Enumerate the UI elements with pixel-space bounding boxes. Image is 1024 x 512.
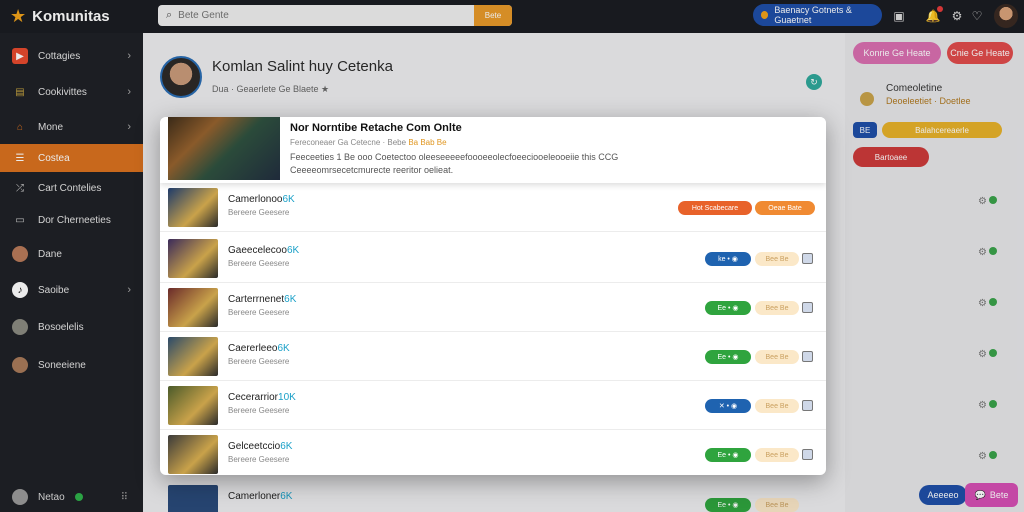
row-sub: Bereere Geesere [228,308,290,317]
row-status-button[interactable]: ✕ • ◉ [705,399,751,413]
list-item[interactable]: Carterrnenet6K Bereere Geesere Ee • ◉ Be… [160,283,826,332]
image-icon[interactable] [802,400,813,411]
image-icon[interactable] [802,253,813,264]
row-status-button[interactable]: Ee • ◉ [705,301,751,315]
list-item[interactable]: Gaeecelecoo6K Bereere Geesere ke • ◉ Bee… [160,234,826,283]
row-sub: Bereere Geesere [228,357,290,366]
list-item[interactable]: Gelceetccio6K Bereere Geesere Ee • ◉ Bee… [160,430,826,475]
row-secondary-button[interactable]: Bee Be [755,252,799,266]
row-primary-button[interactable]: Hot Scabecare [678,201,752,215]
row-sub: Bereere Geesere [228,259,290,268]
modal-header: Nor Norntibe Retache Com Onlte Fereconea… [160,117,826,183]
row-secondary-button[interactable]: Bee Be [755,399,799,413]
list-item[interactable]: Caererleeo6K Bereere Geesere Ee • ◉ Bee … [160,332,826,381]
row-name: Gaeecelecoo6K [228,245,300,256]
row-name: Camerlonoo6K [228,194,295,205]
row-thumbnail [168,386,218,425]
row-thumbnail [168,337,218,376]
row-name: Carterrnenet6K [228,294,297,305]
row-status-button[interactable]: Ee • ◉ [705,350,751,364]
row-sub: Bereere Geesere [228,406,290,415]
row-thumbnail [168,435,218,474]
row-name: Cecerarrior10K [228,392,296,403]
row-status-button[interactable]: ke • ◉ [705,252,751,266]
list-item[interactable]: Camerlonoo6K Bereere Geesere Hot Scabeca… [160,183,826,232]
row-thumbnail [168,239,218,278]
row-sub: Bereere Geesere [228,208,290,217]
row-thumbnail [168,288,218,327]
row-status-button[interactable]: Ee • ◉ [705,448,751,462]
modal-title: Nor Norntibe Retache Com Onlte [290,122,462,134]
row-secondary-button[interactable]: Bee Be [755,448,799,462]
row-secondary-button[interactable]: Bee Be [755,301,799,315]
modal-dialog: Nor Norntibe Retache Com Onlte Fereconea… [160,117,826,475]
image-icon[interactable] [802,449,813,460]
image-icon[interactable] [802,351,813,362]
list-item[interactable]: Cecerarrior10K Bereere Geesere ✕ • ◉ Bee… [160,381,826,430]
row-thumbnail [168,188,218,227]
row-sub: Bereere Geesere [228,455,290,464]
row-name: Caererleeo6K [228,343,290,354]
image-icon[interactable] [802,302,813,313]
row-secondary-button[interactable]: Oeae Bate [755,201,815,215]
row-secondary-button[interactable]: Bee Be [755,350,799,364]
modal-description: Feeceeties 1 Be ooo Coetectoo oleeseeeee… [290,152,619,175]
modal-thumbnail [168,117,280,180]
modal-meta: Fereconeaer Ga Cetecne · Bebe Ba Bab Be [290,138,447,147]
row-name: Gelceetccio6K [228,441,293,452]
